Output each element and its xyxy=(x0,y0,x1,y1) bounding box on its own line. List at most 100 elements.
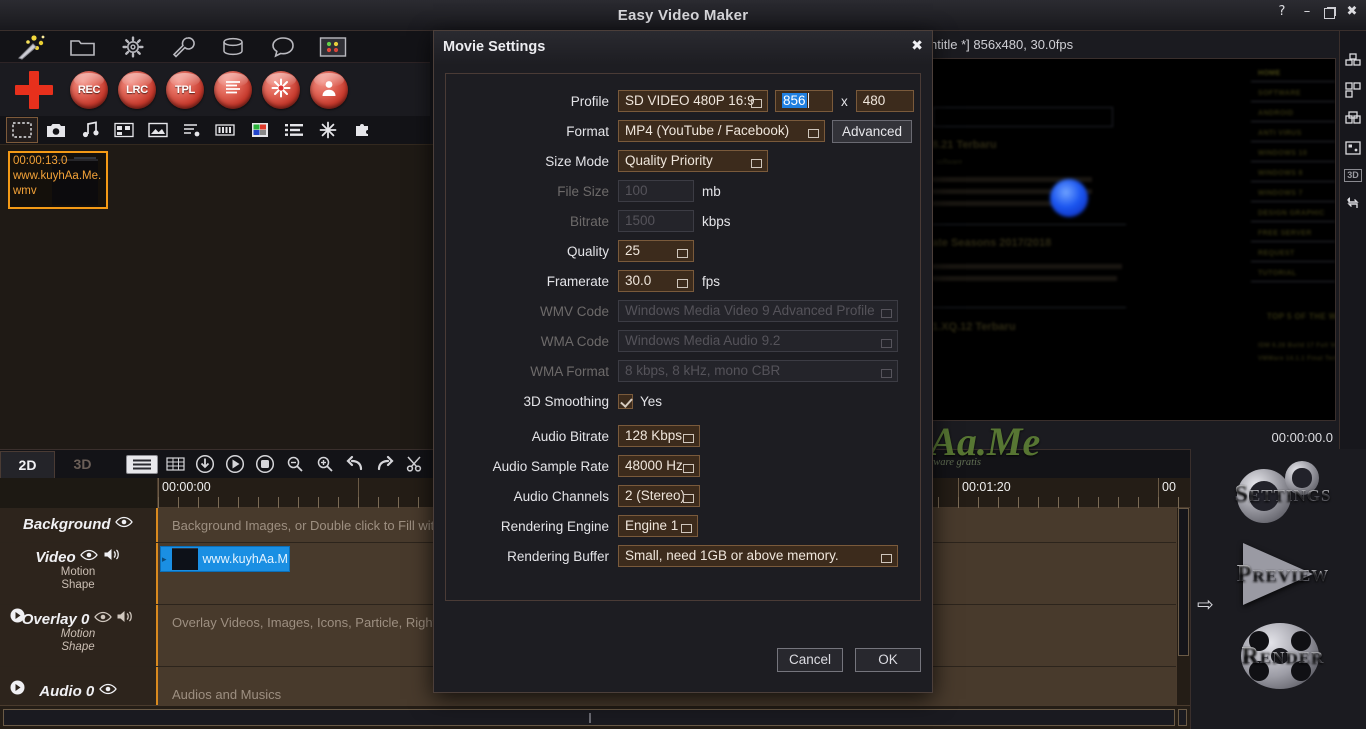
color-swatch-icon[interactable] xyxy=(308,32,358,61)
effects-button[interactable] xyxy=(262,70,300,109)
timeline-vertical-scrollbar[interactable] xyxy=(1176,508,1190,729)
advanced-button[interactable]: Advanced xyxy=(832,119,913,143)
redo-icon[interactable] xyxy=(372,452,398,476)
eye-icon[interactable] xyxy=(80,548,98,566)
ok-button[interactable]: OK xyxy=(855,648,921,672)
track-overlay-sub-motion[interactable]: Motion xyxy=(0,628,156,641)
puzzle-tab[interactable] xyxy=(346,117,378,143)
expand-icon[interactable] xyxy=(10,608,25,628)
help-icon[interactable]: ? xyxy=(1274,4,1290,20)
render-button[interactable]: Render xyxy=(1199,619,1366,693)
play-circle-icon[interactable] xyxy=(222,452,248,476)
framerate-select[interactable]: 30.0 xyxy=(618,270,694,292)
timeline-horizontal-scrollbar[interactable] xyxy=(0,705,1190,729)
profile-select[interactable]: SD VIDEO 480P 16:9 xyxy=(618,90,768,112)
add-media-button[interactable] xyxy=(12,70,56,110)
speaker-icon[interactable] xyxy=(116,610,134,628)
template-button[interactable]: TPL xyxy=(166,70,204,109)
tab-2d[interactable]: 2D xyxy=(0,450,55,478)
text-list-tab[interactable] xyxy=(278,117,310,143)
grid-icon[interactable] xyxy=(162,452,188,476)
3d-smoothing-checkbox[interactable] xyxy=(618,393,633,409)
database-icon[interactable] xyxy=(208,32,258,61)
layout-grid-icon[interactable] xyxy=(1345,53,1361,69)
minimize-icon[interactable]: – xyxy=(1299,4,1315,20)
wmv-code-select[interactable]: Windows Media Video 9 Advanced Profile xyxy=(618,300,898,322)
particle-tab[interactable] xyxy=(312,117,344,143)
layout-cells-icon[interactable] xyxy=(1345,111,1361,127)
clip-right-handle[interactable]: ▸ xyxy=(288,554,290,565)
width-input[interactable]: 856 xyxy=(775,90,833,112)
battery-tab[interactable] xyxy=(210,117,242,143)
rendering-buffer-select[interactable]: Small, need 1GB or above memory. xyxy=(618,545,898,567)
3d-icon[interactable]: 3D xyxy=(1344,169,1362,182)
clip-left-handle[interactable]: ▸ xyxy=(161,554,168,565)
quality-select[interactable]: 25 xyxy=(618,240,694,262)
eye-icon[interactable] xyxy=(98,682,117,700)
preview-button[interactable]: Preview xyxy=(1199,537,1366,611)
eye-icon[interactable] xyxy=(93,610,112,628)
music-tab[interactable] xyxy=(74,117,106,143)
bitrate-input[interactable]: 1500 xyxy=(618,210,694,232)
track-overlay-head[interactable]: Overlay 0 Motion Shape xyxy=(0,605,158,666)
app-window: Easy Video Maker ? – ✖ REC LRC TPL 00:00… xyxy=(0,0,1366,729)
track-background-head[interactable]: Background xyxy=(0,508,158,542)
menu-icon[interactable] xyxy=(126,454,158,474)
flip-icon[interactable] xyxy=(1345,195,1361,211)
media-clip-item[interactable]: 00:00:13.0 www.kuyhAa.Me.wmv xyxy=(8,151,108,209)
maximize-icon[interactable] xyxy=(1324,8,1335,19)
video-tab[interactable] xyxy=(6,117,38,143)
track-video-sub-motion[interactable]: Motion xyxy=(0,566,156,579)
eye-icon[interactable] xyxy=(115,515,133,533)
scrollbar-thumb[interactable] xyxy=(1178,508,1189,656)
hscroll-end[interactable] xyxy=(1178,709,1187,726)
zoom-in-icon[interactable] xyxy=(312,452,338,476)
person-button[interactable] xyxy=(310,70,348,109)
timeline-clip[interactable]: ▸ www.kuyhAa.M ▸ xyxy=(160,546,290,572)
rendering-engine-select[interactable]: Engine 1 xyxy=(618,515,698,537)
audio-sample-rate-select[interactable]: 48000 Hz xyxy=(618,455,700,477)
download-icon[interactable] xyxy=(192,452,218,476)
track-video-sub-shape[interactable]: Shape xyxy=(0,579,156,592)
close-icon[interactable]: ✖ xyxy=(911,38,923,54)
cancel-button[interactable]: Cancel xyxy=(777,648,843,672)
layout-pip-icon[interactable] xyxy=(1345,140,1361,156)
zoom-out-icon[interactable] xyxy=(282,452,308,476)
undo-icon[interactable] xyxy=(342,452,368,476)
film-tab[interactable] xyxy=(108,117,140,143)
settings-button[interactable]: Settings xyxy=(1199,457,1366,531)
height-input[interactable]: 480 xyxy=(855,90,914,112)
wrench-icon[interactable] xyxy=(158,32,208,61)
lyrics-button[interactable]: LRC xyxy=(118,70,156,109)
gear-icon[interactable] xyxy=(108,32,158,61)
dialog-title: Movie Settings xyxy=(443,39,546,55)
scissors-icon[interactable] xyxy=(402,452,428,476)
preview-stage[interactable]: 8.21 Terbaru software ate Seasons 2017/2… xyxy=(929,58,1336,421)
wand-sparkle-icon[interactable] xyxy=(4,32,58,61)
speech-bubble-icon[interactable] xyxy=(258,32,308,61)
hscroll-track[interactable] xyxy=(3,709,1175,726)
tab-3d[interactable]: 3D xyxy=(55,451,110,478)
image-tab[interactable] xyxy=(142,117,174,143)
audio-list-tab[interactable] xyxy=(176,117,208,143)
wma-code-select[interactable]: Windows Media Audio 9.2 xyxy=(618,330,898,352)
photo-tab[interactable] xyxy=(40,117,72,143)
track-video-head[interactable]: Video Motion Shape xyxy=(0,543,158,604)
color-tab[interactable] xyxy=(244,117,276,143)
stop-circle-icon[interactable] xyxy=(252,452,278,476)
audio-bitrate-select[interactable]: 128 Kbps xyxy=(618,425,700,447)
speaker-icon[interactable] xyxy=(103,548,121,566)
audio-channels-select[interactable]: 2 (Stereo) xyxy=(618,485,700,507)
size-mode-select[interactable]: Quality Priority xyxy=(618,150,768,172)
track-overlay-sub-shape[interactable]: Shape xyxy=(0,641,156,654)
folder-open-icon[interactable] xyxy=(58,32,108,61)
wma-format-select[interactable]: 8 kbps, 8 kHz, mono CBR xyxy=(618,360,898,382)
record-button[interactable]: REC xyxy=(70,70,108,109)
file-size-input[interactable]: 100 xyxy=(618,180,694,202)
format-select[interactable]: MP4 (YouTube / Facebook) xyxy=(618,120,825,142)
close-icon[interactable]: ✖ xyxy=(1344,4,1360,20)
list-button[interactable] xyxy=(214,70,252,109)
expand-icon[interactable] xyxy=(10,680,25,700)
media-bin[interactable]: 00:00:13.0 www.kuyhAa.Me.wmv xyxy=(0,144,434,449)
layout-split-icon[interactable] xyxy=(1345,82,1361,98)
